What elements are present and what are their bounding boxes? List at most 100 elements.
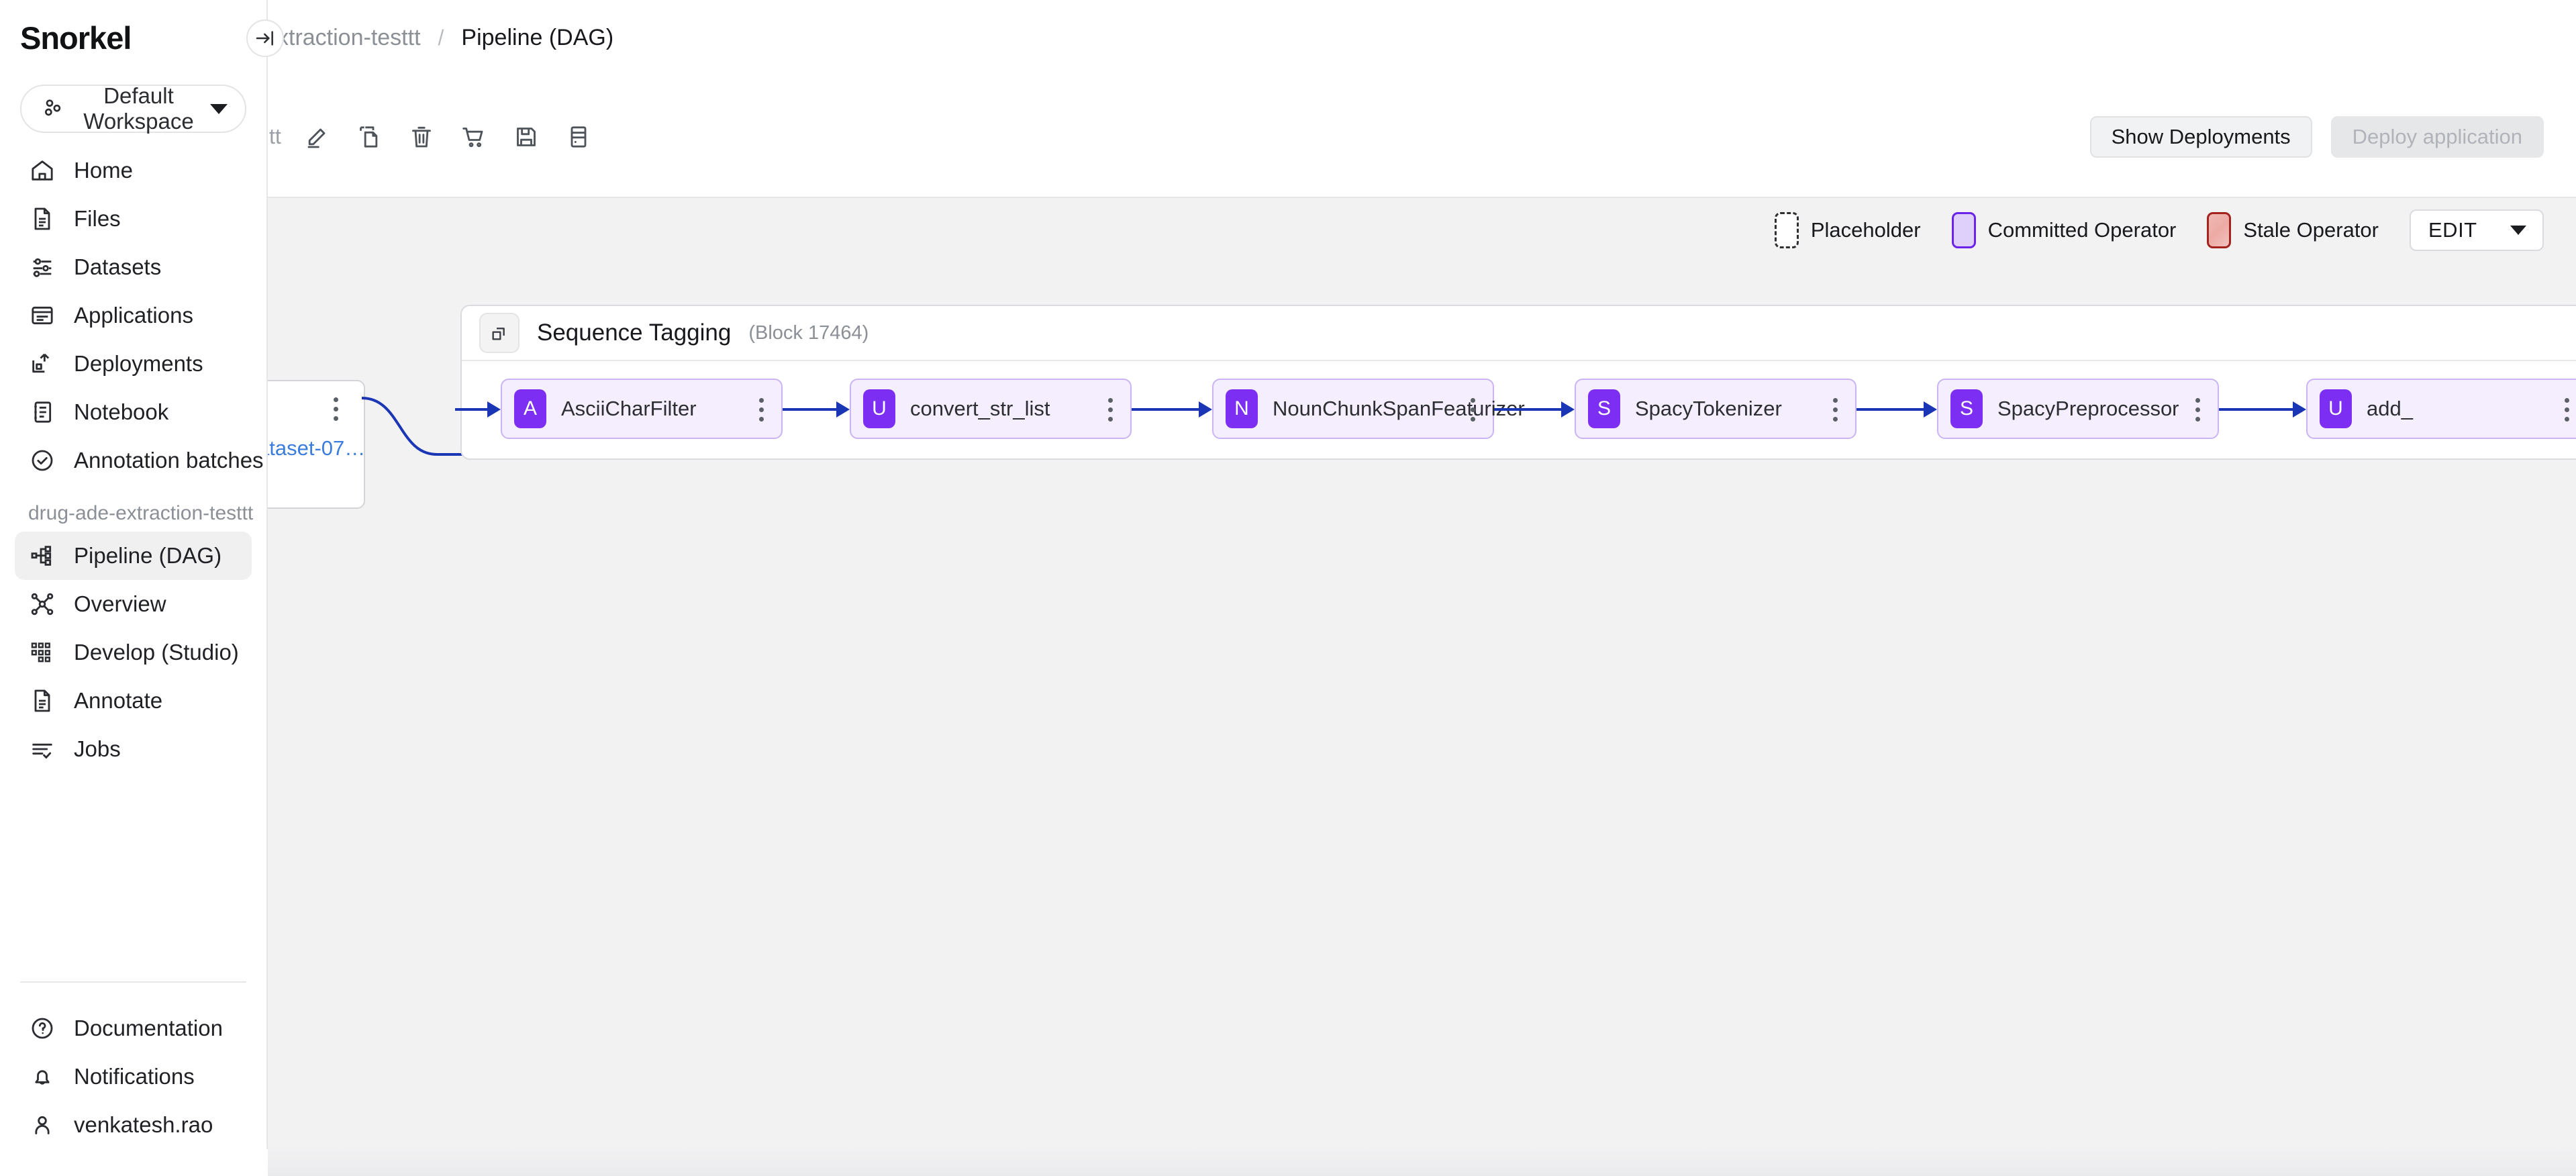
sidebar-item-home[interactable]: Home xyxy=(15,146,252,195)
sidebar-item-user-profile[interactable]: venkatesh.rao xyxy=(15,1101,252,1149)
window-icon xyxy=(28,301,56,330)
main-nav: Home Files Datasets Applications Deploym… xyxy=(0,133,266,485)
brand-name: Snorkel xyxy=(20,19,132,56)
chevron-down-icon xyxy=(210,103,228,114)
dataset-node[interactable]: ataset-07… xyxy=(268,380,365,509)
legend-item-placeholder: Placeholder xyxy=(1774,212,1921,248)
kebab-menu-icon[interactable] xyxy=(1833,398,1838,422)
operator-label: AsciiCharFilter xyxy=(561,397,697,420)
toolbar-right-group: Show Deployments Deploy application xyxy=(2089,75,2544,198)
legend-label: Stale Operator xyxy=(2243,218,2379,242)
user-icon xyxy=(28,1111,56,1139)
kebab-menu-icon[interactable] xyxy=(2565,398,2569,422)
workspace-label: Default Workspace xyxy=(83,83,194,134)
sidebar-item-develop-studio[interactable]: Develop (Studio) xyxy=(15,628,252,677)
sidebar-item-label: Files xyxy=(74,206,121,231)
dataset-link[interactable]: ataset-07… xyxy=(268,436,365,460)
sidebar-item-label: Pipeline (DAG) xyxy=(74,543,222,568)
collapse-sidebar-icon[interactable] xyxy=(246,19,284,57)
workspace-dots-icon xyxy=(39,95,67,123)
sidebar-item-label: Notebook xyxy=(74,399,169,424)
sidebar-item-documentation[interactable]: Documentation xyxy=(15,1004,252,1052)
kebab-menu-icon[interactable] xyxy=(2195,398,2200,422)
kebab-menu-icon[interactable] xyxy=(1108,398,1113,422)
mode-select-value: EDIT xyxy=(2428,218,2477,242)
operator-node[interactable]: U convert_str_list xyxy=(850,379,1132,439)
operator-node[interactable]: A AsciiCharFilter xyxy=(501,379,783,439)
server-icon[interactable] xyxy=(558,116,599,158)
operator-label: convert_str_list xyxy=(910,397,1050,420)
graph-nodes-icon xyxy=(28,590,56,618)
operator-node[interactable]: N NounChunkSpanFeaturizer xyxy=(1212,379,1525,439)
sidebar-item-label: Datasets xyxy=(74,254,162,279)
operator-label: SpacyPreprocessor xyxy=(1997,397,2179,420)
placeholder-swatch-icon xyxy=(1774,212,1799,248)
sidebar-item-label: Home xyxy=(74,158,134,183)
toolbar-left-group: tt xyxy=(268,75,599,198)
legend-label: Committed Operator xyxy=(1987,218,2177,242)
sidebar-item-applications[interactable]: Applications xyxy=(15,291,252,340)
question-circle-icon xyxy=(28,1014,56,1042)
kebab-menu-icon[interactable] xyxy=(1471,398,1475,422)
operator-badge: U xyxy=(2320,389,2352,428)
block-sequence-tagging[interactable]: Sequence Tagging (Block 17464) A AsciiCh… xyxy=(455,305,2576,460)
legend-label: Placeholder xyxy=(1810,218,1921,242)
document-icon xyxy=(28,687,56,715)
breadcrumb-parent[interactable]: xtraction-testtt xyxy=(277,25,421,51)
copy-icon[interactable] xyxy=(348,116,390,158)
sidebar-item-annotation-batches[interactable]: Annotation batches xyxy=(15,436,264,485)
sidebar-item-label: Annotate xyxy=(74,688,163,713)
sidebar-item-overview[interactable]: Overview xyxy=(15,580,252,628)
legend-item-committed-operator: Committed Operator xyxy=(1951,212,2177,248)
block-subtitle: (Block 17464) xyxy=(748,322,869,344)
operator-label: NounChunkSpanFeaturizer xyxy=(1273,397,1525,420)
check-circle-icon xyxy=(28,446,56,475)
operator-node[interactable]: S SpacyTokenizer xyxy=(1575,379,1856,439)
sidebar-bottom-nav: Documentation Notifications venkatesh.ra… xyxy=(0,983,266,1176)
operator-badge: N xyxy=(1226,389,1258,428)
workspace-selector[interactable]: Default Workspace xyxy=(20,83,246,134)
page-title: Pipeline (DAG) xyxy=(461,24,614,50)
operator-badge: S xyxy=(1950,389,1983,428)
cart-icon[interactable] xyxy=(453,116,495,158)
sidebar-item-files[interactable]: Files xyxy=(15,195,252,243)
edge-connector xyxy=(2219,401,2306,418)
edge-connector xyxy=(1494,401,1575,418)
toolbar: tt Show Deployments Deploy application xyxy=(268,75,2576,198)
pipeline-dag-page: Snorkel Default Workspace Home Files Dat… xyxy=(0,0,2576,1176)
home-icon xyxy=(28,156,56,185)
sidebar-item-notifications[interactable]: Notifications xyxy=(15,1052,252,1101)
save-floppy-icon[interactable] xyxy=(505,116,547,158)
show-deployments-button[interactable]: Show Deployments xyxy=(2089,115,2312,158)
kebab-menu-icon[interactable] xyxy=(759,398,764,422)
sidebar-item-pipeline-dag[interactable]: Pipeline (DAG) xyxy=(15,532,252,580)
edge-in xyxy=(455,401,501,418)
sidebar-item-label: Annotation batches xyxy=(74,448,264,473)
project-nav: Pipeline (DAG) Overview Develop (Studio)… xyxy=(0,532,266,773)
sidebar-item-notebook[interactable]: Notebook xyxy=(15,388,252,436)
deploy-application-button[interactable]: Deploy application xyxy=(2330,115,2544,158)
trash-icon[interactable] xyxy=(401,116,442,158)
file-icon xyxy=(28,205,56,233)
kebab-menu-icon[interactable] xyxy=(334,397,338,421)
operator-node[interactable]: U add_ xyxy=(2306,379,2576,439)
sidebar-item-annotate[interactable]: Annotate xyxy=(15,677,252,725)
brand-logo[interactable]: Snorkel xyxy=(0,0,266,75)
pencil-edit-icon[interactable] xyxy=(296,116,338,158)
legend: Placeholder Committed Operator Stale Ope… xyxy=(1774,209,2544,251)
dag-canvas[interactable]: Placeholder Committed Operator Stale Ope… xyxy=(268,198,2576,1176)
operator-node[interactable]: S SpacyPreprocessor xyxy=(1937,379,2219,439)
edge-connector xyxy=(1132,401,1212,418)
sidebar-item-deployments[interactable]: Deployments xyxy=(15,340,252,388)
block-stack-icon[interactable] xyxy=(479,313,519,353)
sidebar-item-label: Notifications xyxy=(74,1064,195,1089)
mode-select[interactable]: EDIT xyxy=(2410,209,2544,251)
operator-badge: U xyxy=(863,389,895,428)
edge-connector xyxy=(783,401,850,418)
sidebar-item-label: Applications xyxy=(74,303,193,328)
list-check-icon xyxy=(28,735,56,763)
sidebar-item-jobs[interactable]: Jobs xyxy=(15,725,252,773)
toolbar-truncated-title: tt xyxy=(269,124,281,148)
sidebar-item-datasets[interactable]: Datasets xyxy=(15,243,252,291)
